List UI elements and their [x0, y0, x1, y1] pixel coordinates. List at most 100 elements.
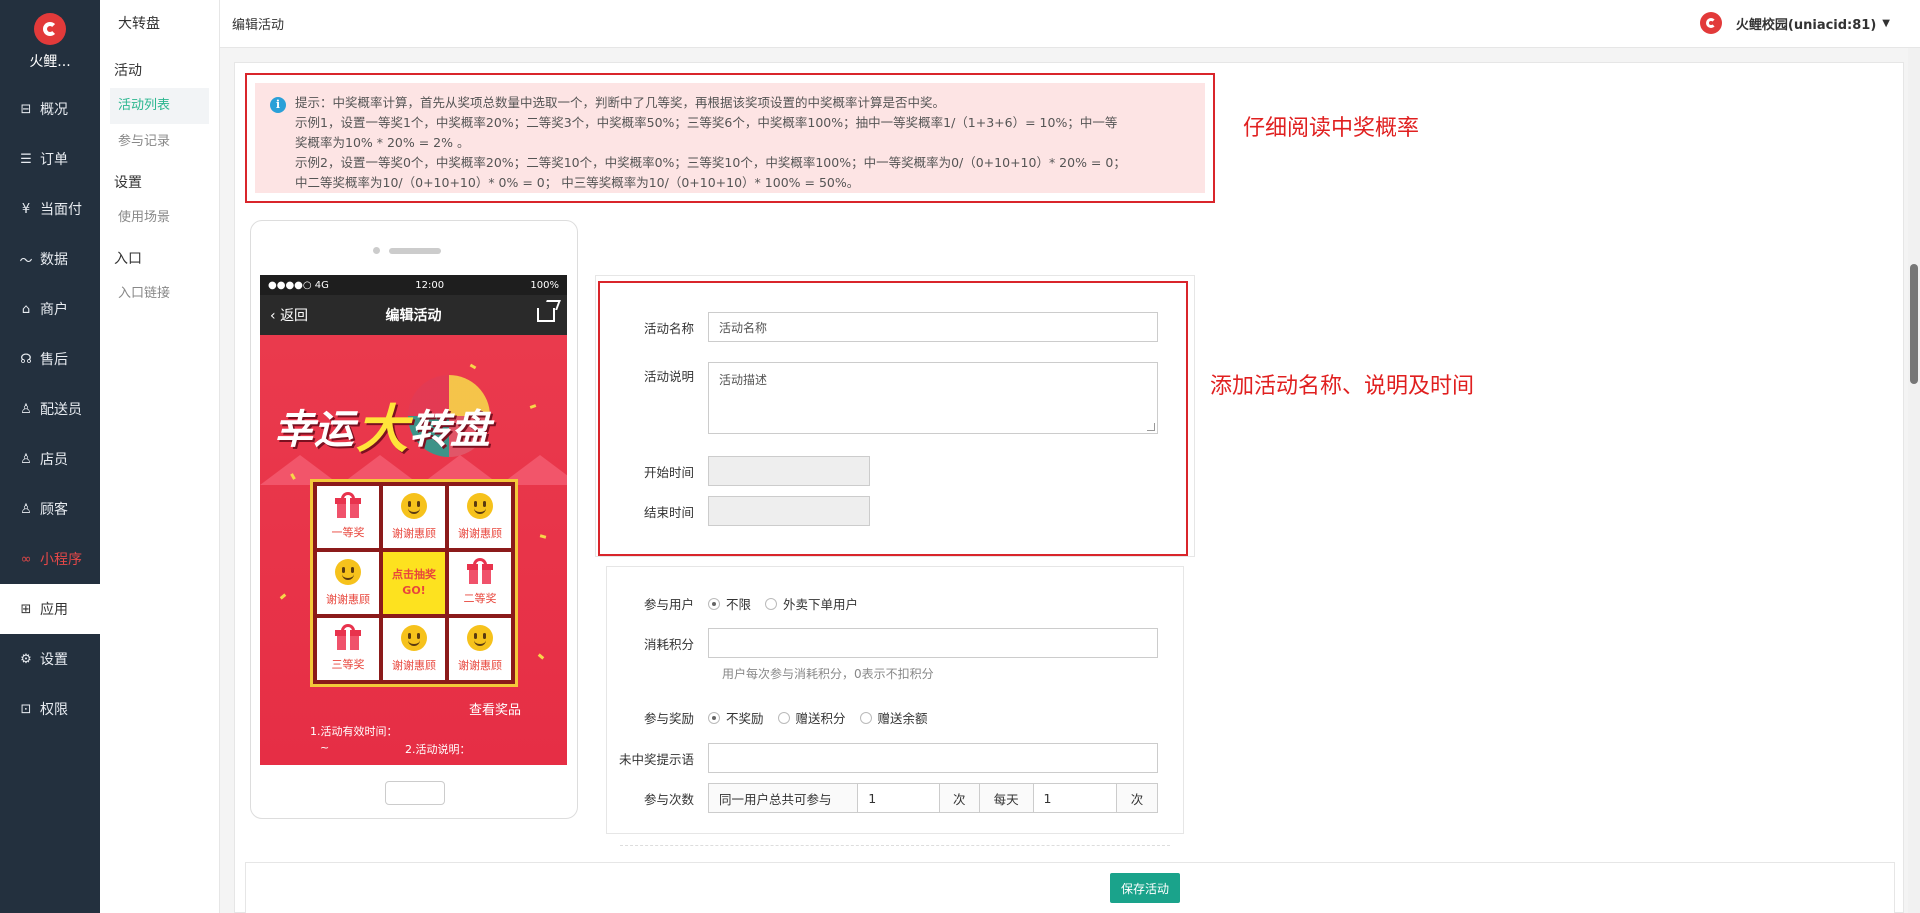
prize-label: 谢谢惠顾 — [458, 659, 502, 672]
poster-title-part2: 大 — [356, 399, 409, 460]
nav-item-11[interactable]: ⚙ 设置 — [0, 634, 100, 684]
nav-item-4[interactable]: ⌂ 商户 — [0, 284, 100, 334]
probability-tip: i 提示：中奖概率计算，首先从奖项总数量中选取一个，判断中了几等奖，再根据该奖项… — [255, 83, 1205, 193]
user-menu[interactable]: 火鲤校园(uniacid:81) ▼ — [1699, 12, 1890, 34]
brand-logo[interactable]: 火鲤... — [0, 0, 100, 84]
phone-status-bar: ●●●●○ 4G 12:00 100% — [260, 275, 567, 295]
reward-option-2[interactable]: 赠送余额 — [859, 708, 928, 727]
nav-item-label: 商户 — [40, 302, 68, 318]
top-bar: 编辑活动 火鲤校园(uniacid:81) ▼ — [220, 0, 1920, 48]
smile-icon — [467, 625, 493, 651]
miss-message-label: 未中奖提示语 — [618, 751, 694, 767]
times-total-unit: 次 — [939, 784, 980, 812]
points-input[interactable] — [708, 628, 1158, 658]
brand-name: 火鲤... — [29, 54, 71, 70]
nav-item-7[interactable]: ♙ 店员 — [0, 434, 100, 484]
resize-grip-icon[interactable] — [1147, 423, 1155, 431]
nav-item-8[interactable]: ♙ 顾客 — [0, 484, 100, 534]
poster-title-part1: 幸运 — [274, 406, 354, 453]
clerk-icon: ♙ — [20, 451, 32, 467]
user-name: 火鲤校园(uniacid:81) — [1735, 17, 1877, 33]
prize-cell: 谢谢惠顾 — [317, 552, 379, 614]
nav-item-label: 售后 — [40, 352, 68, 368]
headset-icon: ☊ — [20, 351, 32, 367]
times-label: 参与次数 — [643, 791, 694, 807]
nav-item-6[interactable]: ♙ 配送员 — [0, 384, 100, 434]
activity-name-label: 活动名称 — [643, 320, 694, 336]
annotation-name-desc-time: 添加活动名称、说明及时间 — [1210, 374, 1475, 399]
chart-icon: 〜 — [19, 253, 33, 269]
prize-label: 谢谢惠顾 — [392, 527, 436, 540]
reward-label: 参与奖励 — [643, 711, 694, 727]
subnav-item-activity-list[interactable]: 活动列表 — [110, 88, 209, 124]
radio-icon[interactable] — [708, 597, 720, 610]
draw-button[interactable]: 点击抽奖 GO! — [383, 552, 445, 614]
nav-item-5[interactable]: ☊ 售后 — [0, 334, 100, 384]
reward-option-1[interactable]: 赠送积分 — [777, 708, 846, 727]
phone-screen: ●●●●○ 4G 12:00 100% ‹ 返回 编辑活动 幸运 大 转盘 一等… — [260, 275, 567, 765]
radio-icon[interactable] — [777, 711, 790, 724]
nav-item-1[interactable]: ☰ 订单 — [0, 134, 100, 184]
save-activity-button[interactable]: 保存活动 — [1110, 873, 1180, 903]
nav-item-3[interactable]: 〜数据 — [0, 234, 100, 284]
nav-item-label: 设置 — [40, 652, 68, 668]
activity-desc-textarea[interactable]: 活动描述 — [708, 362, 1158, 434]
prize-cell: 谢谢惠顾 — [383, 618, 445, 680]
activity-name-input[interactable]: 活动名称 — [708, 312, 1158, 342]
subnav-item-participation[interactable]: 参与记录 — [110, 124, 209, 160]
prize-cell: 三等奖 — [317, 618, 379, 680]
subnav-group-settings: 设置 — [114, 175, 142, 191]
radio-icon[interactable] — [708, 711, 720, 724]
nav-item-label: 小程序 — [40, 552, 82, 568]
nav-item-10[interactable]: ⊞ 应用 — [0, 584, 100, 634]
times-total-input[interactable]: 1 — [858, 784, 940, 812]
subnav-item-scenes[interactable]: 使用场景 — [110, 200, 209, 236]
nav-item-label: 权限 — [40, 702, 68, 718]
prize-label: 谢谢惠顾 — [458, 527, 502, 540]
customer-icon: ♙ — [20, 501, 32, 517]
reward-option-0[interactable]: 不奖励 — [708, 708, 764, 727]
start-time-label: 开始时间 — [643, 464, 694, 480]
prize-label: 三等奖 — [331, 658, 365, 671]
row-activity-name: 活动名称 活动名称 — [618, 312, 1158, 342]
row-reward: 参与奖励 不奖励 赠送积分 赠送余额 — [618, 708, 942, 728]
bottom-action-bar — [245, 862, 1895, 913]
start-time-input[interactable] — [708, 456, 870, 486]
courier-icon: ♙ — [20, 401, 32, 417]
nav-item-12[interactable]: ⊡ 权限 — [0, 684, 100, 734]
nav-item-9[interactable]: ∞ 小程序 — [0, 534, 100, 584]
reward-radio-group: 不奖励 赠送积分 赠送余额 — [708, 708, 942, 728]
subnav-item-entry-link[interactable]: 入口链接 — [110, 276, 209, 312]
nav-item-0[interactable]: ⊟ 概况 — [0, 84, 100, 134]
times-daily-unit: 次 — [1117, 784, 1157, 812]
times-daily-prefix: 每天 — [979, 784, 1034, 812]
times-input-group: 同一用户总共可参与 1 次 每天 1 次 — [708, 783, 1158, 813]
section-divider — [620, 845, 1170, 846]
scrollbar-thumb[interactable] — [1910, 264, 1918, 384]
order-icon: ☰ — [20, 151, 32, 167]
phone-home-button — [385, 781, 445, 805]
end-time-input[interactable] — [708, 496, 870, 526]
participants-option-0[interactable]: 不限 — [708, 594, 751, 613]
activity-time-info: 1.活动有效时间： — [310, 725, 398, 738]
brand-logo-icon — [34, 13, 66, 45]
nav-item-2[interactable]: ¥ 当面付 — [0, 184, 100, 234]
phone-nav-bar: ‹ 返回 编辑活动 — [260, 295, 567, 335]
radio-icon[interactable] — [765, 597, 778, 610]
see-prize-link: 查看奖品 — [468, 703, 521, 718]
page-scrollbar[interactable] — [1908, 48, 1920, 913]
sub-nav: 大转盘 活动 活动列表 参与记录 设置 使用场景 入口 入口链接 — [100, 0, 220, 913]
participants-option-label: 外卖下单用户 — [783, 597, 859, 612]
subnav-group-entry: 入口 — [114, 251, 142, 267]
times-daily-input[interactable]: 1 — [1034, 784, 1118, 812]
reward-option-label: 赠送积分 — [795, 711, 846, 726]
nav-item-label: 概况 — [40, 102, 68, 118]
breadcrumb: 编辑活动 — [232, 18, 285, 33]
miss-message-input[interactable] — [708, 743, 1158, 773]
tip-line: 提示：中奖概率计算，首先从奖项总数量中选取一个，判断中了几等奖，再根据该奖项设置… — [295, 95, 946, 110]
phone-speaker — [389, 248, 441, 254]
radio-icon[interactable] — [859, 711, 872, 724]
participants-option-1[interactable]: 外卖下单用户 — [765, 594, 858, 613]
activity-time-tilde: ~ — [320, 741, 330, 754]
gear-icon: ⚙ — [20, 651, 32, 667]
